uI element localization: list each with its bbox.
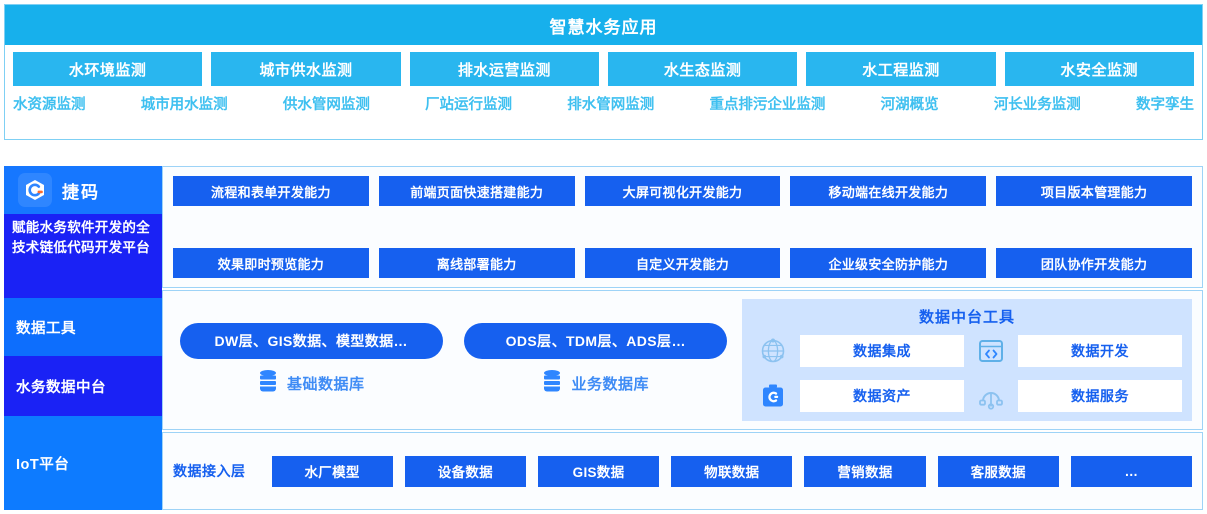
- sidebar-item-label: 水务数据中台: [16, 379, 106, 396]
- smart-water-platform-diagram: 智慧水务应用 水环境监测 城市供水监测 排水运营监测 水生态监测 水工程监测 水…: [0, 0, 1207, 514]
- capability-chip[interactable]: 流程和表单开发能力: [173, 176, 369, 206]
- base-database-group: DW层、GIS数据、模型数据… 基础数据库: [173, 323, 450, 397]
- iot-source-chip[interactable]: 营销数据: [804, 455, 926, 487]
- application-block: 智慧水务应用 水环境监测 城市供水监测 排水运营监测 水生态监测 水工程监测 水…: [4, 4, 1203, 140]
- platform-block: 捷码 赋能水务软件开发的全技术链低代码开发平台 数据工具 水务数据中台 IoT平…: [4, 166, 1203, 510]
- data-tools-grid: 数据集成 数据开发 数据资产 数据服务: [752, 332, 1182, 414]
- brand-description: 赋能水务软件开发的全技术链低代码开发平台: [4, 214, 162, 298]
- database-icon: [542, 369, 562, 397]
- app-submodule-link[interactable]: 厂站运行监测: [423, 93, 514, 114]
- tool-button-data-development[interactable]: 数据开发: [1018, 334, 1182, 367]
- app-submodule-link[interactable]: 重点排污企业监测: [707, 93, 827, 114]
- capability-chip[interactable]: 移动端在线开发能力: [790, 176, 987, 206]
- sidebar-item-iot-platform[interactable]: IoT平台: [4, 416, 162, 510]
- iot-source-chip[interactable]: 水厂模型: [271, 455, 393, 487]
- capability-chip[interactable]: 企业级安全防护能力: [790, 248, 987, 278]
- sidebar-item-label: IoT平台: [16, 456, 70, 473]
- app-submodule-link[interactable]: 城市用水监测: [139, 93, 230, 114]
- iot-source-chip[interactable]: 客服数据: [937, 455, 1059, 487]
- capability-chip[interactable]: 效果即时预览能力: [173, 248, 369, 278]
- app-submodule-link[interactable]: 数字孪生: [1134, 93, 1196, 114]
- app-module-chip[interactable]: 排水运营监测: [409, 52, 599, 86]
- business-database-pill[interactable]: ODS层、TDM层、ADS层…: [464, 323, 728, 359]
- app-module-chip[interactable]: 水环境监测: [13, 52, 203, 86]
- brand-name: 捷码: [62, 182, 100, 202]
- app-module-chip[interactable]: 城市供水监测: [211, 52, 401, 86]
- business-database-label-row: 业务数据库: [542, 369, 649, 397]
- capability-chip[interactable]: 前端页面快速搭建能力: [378, 176, 575, 206]
- database-icon: [258, 369, 278, 397]
- capability-chip[interactable]: 团队协作开发能力: [996, 248, 1192, 278]
- capabilities-panel: 流程和表单开发能力 前端页面快速搭建能力 大屏可视化开发能力 移动端在线开发能力…: [162, 166, 1203, 288]
- api-node-icon: [970, 382, 1012, 410]
- tool-button-data-assets[interactable]: 数据资产: [800, 379, 964, 412]
- iot-source-chip[interactable]: 设备数据: [404, 455, 526, 487]
- app-submodule-link[interactable]: 水资源监测: [11, 93, 88, 114]
- capabilities-row-2: 效果即时预览能力 离线部署能力 自定义开发能力 企业级安全防护能力 团队协作开发…: [173, 248, 1192, 278]
- page-title: 智慧水务应用: [5, 5, 1202, 45]
- code-window-icon: [970, 337, 1012, 365]
- iot-source-chip[interactable]: 物联数据: [671, 455, 793, 487]
- data-access-layer-label: 数据接入层: [173, 463, 246, 479]
- app-submodule-link[interactable]: 供水管网监测: [281, 93, 372, 114]
- base-database-label-row: 基础数据库: [258, 369, 365, 397]
- application-module-row: 水环境监测 城市供水监测 排水运营监测 水生态监测 水工程监测 水安全监测: [5, 45, 1202, 91]
- iot-panel: 数据接入层 水厂模型 设备数据 GIS数据 物联数据 营销数据 客服数据 …: [162, 432, 1203, 510]
- capability-chip[interactable]: 项目版本管理能力: [996, 176, 1192, 206]
- capability-chip[interactable]: 自定义开发能力: [584, 248, 781, 278]
- capability-chip[interactable]: 大屏可视化开发能力: [584, 176, 781, 206]
- sidebar-item-data-tools[interactable]: 数据工具: [4, 298, 162, 356]
- capability-chip[interactable]: 离线部署能力: [378, 248, 575, 278]
- app-module-chip[interactable]: 水工程监测: [806, 52, 996, 86]
- iot-source-chip[interactable]: GIS数据: [537, 455, 660, 487]
- app-module-chip[interactable]: 水生态监测: [607, 52, 798, 86]
- app-submodule-link[interactable]: 河长业务监测: [992, 93, 1083, 114]
- data-layer-panel: DW层、GIS数据、模型数据… 基础数据库 ODS层、TDM层、ADS层… 业务…: [162, 290, 1203, 430]
- tool-button-data-integration[interactable]: 数据集成: [800, 334, 964, 367]
- data-tools-title: 数据中台工具: [918, 309, 1015, 326]
- capabilities-row-1: 流程和表单开发能力 前端页面快速搭建能力 大屏可视化开发能力 移动端在线开发能力…: [173, 176, 1192, 206]
- brand-logo: 捷码: [4, 166, 162, 214]
- sidebar-item-water-data-midplatform[interactable]: 水务数据中台: [4, 356, 162, 416]
- iot-source-chip-more[interactable]: …: [1070, 455, 1193, 487]
- business-database-label: 业务数据库: [571, 375, 649, 393]
- base-database-label: 基础数据库: [286, 375, 365, 393]
- business-database-group: ODS层、TDM层、ADS层… 业务数据库: [458, 323, 735, 397]
- app-submodule-link[interactable]: 排水管网监测: [565, 93, 656, 114]
- app-module-chip[interactable]: 水安全监测: [1004, 52, 1194, 86]
- platform-content: 流程和表单开发能力 前端页面快速搭建能力 大屏可视化开发能力 移动端在线开发能力…: [162, 166, 1203, 510]
- app-submodule-link[interactable]: 河湖概览: [879, 93, 941, 114]
- application-submodule-row: 水资源监测 城市用水监测 供水管网监测 厂站运行监测 排水管网监测 重点排污企业…: [5, 91, 1202, 118]
- base-database-pill[interactable]: DW层、GIS数据、模型数据…: [179, 323, 443, 359]
- hexagon-c-logo-icon: [18, 173, 52, 207]
- data-midplatform-tools-panel: 数据中台工具 数据集成 数据开发 数据资产 数据服务: [742, 299, 1192, 421]
- tool-button-data-services[interactable]: 数据服务: [1018, 379, 1182, 412]
- sidebar-item-label: 数据工具: [16, 320, 76, 337]
- briefcase-asset-icon: [752, 382, 794, 410]
- globe-network-icon: [752, 336, 794, 366]
- platform-sidebar: 捷码 赋能水务软件开发的全技术链低代码开发平台 数据工具 水务数据中台 IoT平…: [4, 166, 162, 510]
